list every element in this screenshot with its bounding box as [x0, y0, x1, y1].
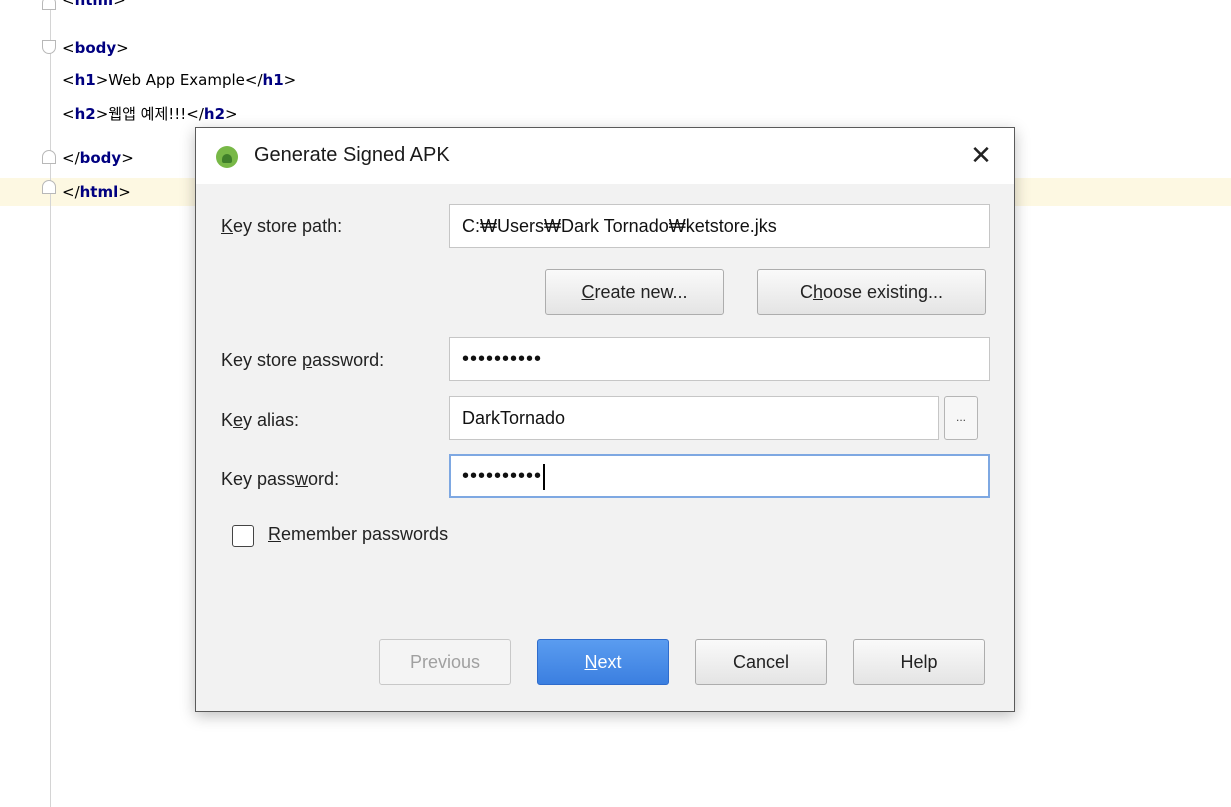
key-password-label: Key password: — [221, 469, 340, 489]
key-alias-field[interactable]: DarkTornado — [449, 396, 939, 440]
generate-signed-apk-dialog: Generate Signed APK ✕ Key store path: C:… — [195, 127, 1015, 712]
choose-existing-button[interactable]: Choose existing... — [757, 269, 986, 315]
fold-icon[interactable] — [42, 0, 56, 10]
key-store-password-label: Key store password: — [221, 350, 385, 370]
key-alias-label: Key alias: — [221, 410, 300, 430]
previous-button[interactable]: Previous — [379, 639, 511, 685]
browse-alias-button[interactable]: ... — [944, 396, 978, 440]
code-line[interactable]: <html> — [62, 0, 126, 14]
next-button[interactable]: Next — [537, 639, 669, 685]
remember-passwords-checkbox[interactable] — [232, 525, 254, 547]
android-studio-icon — [216, 146, 238, 168]
code-line[interactable]: <body> — [62, 34, 129, 62]
code-line[interactable]: <h2>웹앱 예제!!!</h2> — [62, 100, 238, 128]
text-caret — [543, 463, 546, 490]
close-icon[interactable]: ✕ — [966, 140, 996, 170]
dialog-title: Generate Signed APK — [254, 144, 450, 166]
key-store-path-label: Key store path: — [221, 216, 343, 236]
fold-icon[interactable] — [42, 180, 56, 194]
help-button[interactable]: Help — [853, 639, 985, 685]
fold-icon[interactable] — [42, 40, 56, 54]
code-line[interactable]: <h1>Web App Example</h1> — [62, 66, 296, 94]
code-line[interactable]: </html> — [62, 178, 131, 206]
cancel-button[interactable]: Cancel — [695, 639, 827, 685]
key-store-password-field[interactable]: •••••••••• — [449, 337, 990, 381]
dialog-titlebar[interactable]: Generate Signed APK ✕ — [196, 128, 1014, 184]
code-line[interactable]: </body> — [62, 144, 134, 172]
remember-passwords-label[interactable]: Remember passwords — [268, 524, 448, 545]
fold-icon[interactable] — [42, 150, 56, 164]
create-new-button[interactable]: Create new... — [545, 269, 724, 315]
editor-gutter — [50, 0, 51, 807]
key-store-path-field[interactable]: C:₩Users₩Dark Tornado₩ketstore.jks — [449, 204, 990, 248]
key-password-field[interactable]: •••••••••• — [449, 454, 990, 498]
